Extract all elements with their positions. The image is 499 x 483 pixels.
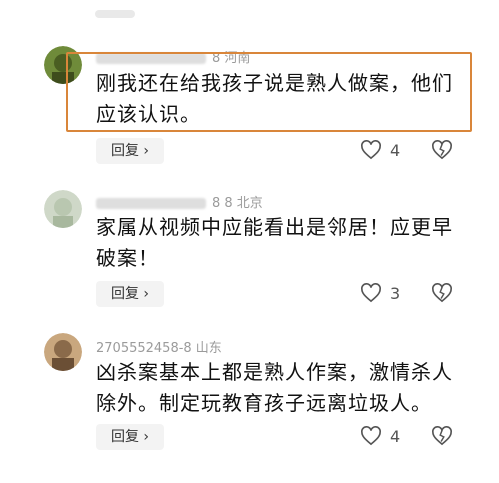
- dislike-button[interactable]: [431, 140, 453, 164]
- comment-text-line: 破案！: [96, 246, 159, 270]
- avatar[interactable]: [44, 46, 82, 84]
- comment-meta: 2705552458-8 山东: [96, 337, 222, 356]
- like-count: 4: [390, 140, 401, 160]
- time-location: 2705552458-8 山东: [96, 341, 222, 356]
- heart-outline-icon: [361, 283, 381, 303]
- reply-button[interactable]: 回复 ›: [96, 424, 164, 450]
- avatar[interactable]: [44, 190, 82, 228]
- previous-comment-remnant: [95, 10, 135, 18]
- like-count: 4: [390, 426, 401, 446]
- comment-text-line: 应该认识。: [96, 102, 201, 126]
- comment-text-line: 凶杀案基本上都是熟人作案，激情杀人: [96, 360, 453, 384]
- like-count: 3: [390, 283, 401, 303]
- heart-outline-icon: [361, 426, 381, 446]
- like-button[interactable]: 4: [360, 140, 400, 160]
- broken-heart-icon: [432, 426, 452, 446]
- comment-text: 凶杀案基本上都是熟人作案，激情杀人 除外。制定玩教育孩子远离垃圾人。: [96, 357, 476, 419]
- dislike-button[interactable]: [431, 426, 453, 450]
- avatar[interactable]: [44, 333, 82, 371]
- broken-heart-icon: [432, 283, 452, 303]
- comment-text-line: 刚我还在给我孩子说是熟人做案，他们: [96, 71, 453, 95]
- username-blurred[interactable]: [96, 53, 206, 64]
- dislike-button[interactable]: [431, 283, 453, 307]
- comment-text-line: 家属从视频中应能看出是邻居！应更早: [96, 215, 453, 239]
- comment-meta: 8 8 北京: [96, 192, 263, 211]
- like-button[interactable]: 4: [360, 426, 400, 446]
- reply-button[interactable]: 回复 ›: [96, 138, 164, 164]
- comment-text: 刚我还在给我孩子说是熟人做案，他们 应该认识。: [96, 68, 476, 130]
- heart-outline-icon: [361, 140, 381, 160]
- time-location: 8 河南: [212, 51, 251, 66]
- broken-heart-icon: [432, 140, 452, 160]
- username-blurred[interactable]: [96, 198, 206, 209]
- time-location: 8 8 北京: [212, 196, 263, 211]
- comment-text-line: 除外。制定玩教育孩子远离垃圾人。: [96, 391, 432, 415]
- comment-meta: 8 河南: [96, 47, 250, 66]
- comment-text: 家属从视频中应能看出是邻居！应更早 破案！: [96, 212, 476, 274]
- reply-button[interactable]: 回复 ›: [96, 281, 164, 307]
- like-button[interactable]: 3: [360, 283, 400, 303]
